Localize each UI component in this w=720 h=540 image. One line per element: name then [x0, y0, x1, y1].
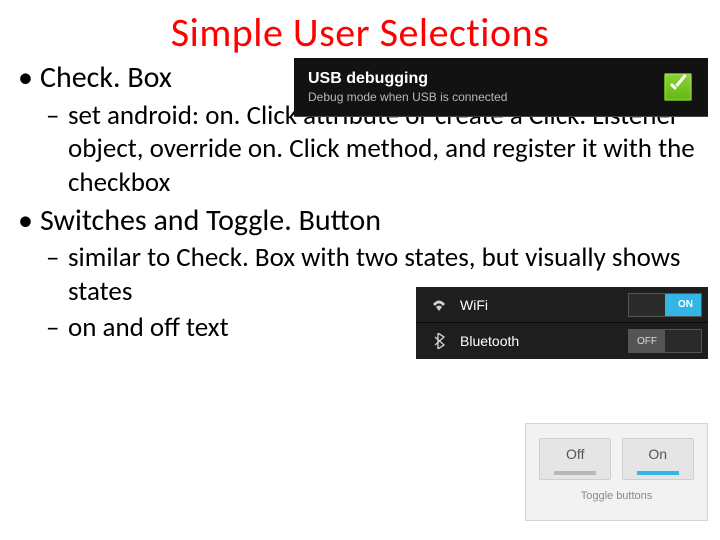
toggle-on-label: On [623, 439, 693, 469]
quick-settings-panel: WiFi ON Bluetooth OFF [416, 287, 708, 359]
usb-debugging-panel: USB debugging Debug mode when USB is con… [294, 58, 708, 117]
toggle-on-button[interactable]: On [622, 438, 694, 480]
wifi-icon [428, 298, 450, 312]
toggle-off-label: Off [540, 439, 610, 469]
bluetooth-label: Bluetooth [460, 333, 628, 349]
usb-text-block: USB debugging Debug mode when USB is con… [308, 70, 507, 104]
toggle-indicator [637, 471, 679, 475]
toggle-off-button[interactable]: Off [539, 438, 611, 480]
bullet-label: Switches and Toggle. Button [40, 202, 381, 239]
slide: Simple User Selections Check. Box set an… [0, 0, 720, 540]
wifi-switch-state: ON [678, 299, 693, 310]
usb-checkbox[interactable] [664, 73, 692, 101]
bluetooth-row[interactable]: Bluetooth OFF [416, 323, 708, 359]
bullet-label: Check. Box [40, 59, 172, 96]
wifi-label: WiFi [460, 297, 628, 313]
bluetooth-switch-state: OFF [637, 336, 657, 347]
usb-title: USB debugging [308, 70, 507, 88]
wifi-row[interactable]: WiFi ON [416, 287, 708, 323]
bluetooth-icon [428, 333, 450, 349]
toggle-indicator [554, 471, 596, 475]
wifi-switch[interactable]: ON [628, 293, 702, 317]
toggle-caption: Toggle buttons [526, 490, 707, 502]
slide-title: Simple User Selections [12, 8, 708, 57]
usb-subtitle: Debug mode when USB is connected [308, 90, 507, 104]
toggle-buttons-panel: Off On Toggle buttons [525, 423, 708, 521]
bluetooth-switch[interactable]: OFF [628, 329, 702, 353]
